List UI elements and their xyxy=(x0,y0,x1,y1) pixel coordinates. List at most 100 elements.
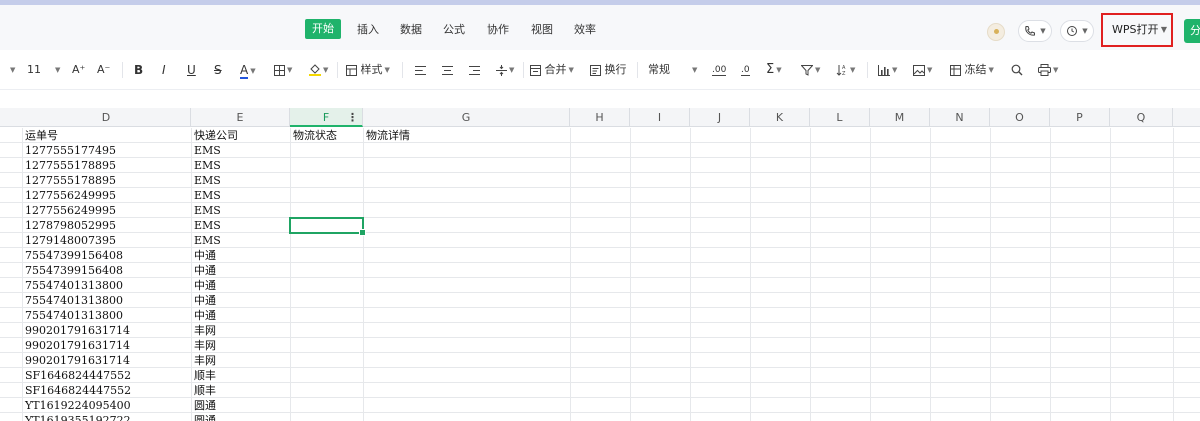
cell-header-tracking-number[interactable]: 运单号 xyxy=(23,128,58,143)
print-button[interactable]: ▼ xyxy=(1038,61,1058,79)
font-size-dropdown[interactable]: 11 xyxy=(27,61,41,79)
tab-data[interactable]: 数据 xyxy=(400,21,422,39)
tab-formula[interactable]: 公式 xyxy=(443,21,465,39)
cell-courier[interactable]: 中通 xyxy=(192,278,216,293)
tab-view[interactable]: 视图 xyxy=(531,21,553,39)
cell-header-status[interactable]: 物流状态 xyxy=(291,128,337,143)
filter-button[interactable]: ▼ xyxy=(801,61,820,79)
cell-tracking-number[interactable]: 1277556249995 xyxy=(23,203,116,218)
cell-tracking-number[interactable]: 1279148007395 xyxy=(23,233,116,248)
cell-courier[interactable]: 中通 xyxy=(192,248,216,263)
spreadsheet-grid[interactable]: D E F ⋮ G H I J K L M N O P Q 运单号 快递公司 物… xyxy=(0,108,1200,421)
user-avatar[interactable] xyxy=(987,23,1005,41)
tab-insert[interactable]: 插入 xyxy=(357,21,379,39)
column-header[interactable]: Q xyxy=(1110,108,1173,127)
cell-courier[interactable]: 中通 xyxy=(192,308,216,323)
cell-courier[interactable]: 中通 xyxy=(192,263,216,278)
column-header[interactable]: K xyxy=(750,108,810,127)
image-button[interactable]: ▼ xyxy=(913,61,932,79)
font-color-button[interactable]: A ▼ xyxy=(240,61,256,79)
column-header[interactable]: G xyxy=(363,108,570,127)
merge-button[interactable]: 合并 ▼ xyxy=(530,61,574,79)
align-right-button[interactable] xyxy=(469,61,480,79)
underline-button[interactable]: U xyxy=(187,61,196,79)
italic-button[interactable]: I xyxy=(162,61,166,79)
active-cell-selection[interactable] xyxy=(289,217,366,236)
cell-courier[interactable]: EMS xyxy=(192,173,221,188)
chart-button[interactable]: ▼ xyxy=(878,61,897,79)
align-center-button[interactable] xyxy=(442,61,453,79)
cell-tracking-number[interactable]: YT1619355192722 xyxy=(23,413,131,421)
bold-button[interactable]: B xyxy=(134,61,143,79)
cell-tracking-number[interactable]: 990201791631714 xyxy=(23,338,130,353)
column-header[interactable]: L xyxy=(810,108,870,127)
wrap-text-button[interactable]: 换行 xyxy=(590,61,627,79)
increase-decimal-button[interactable]: .00 xyxy=(712,61,727,79)
tab-efficiency[interactable]: 效率 xyxy=(574,21,596,39)
cell-tracking-number[interactable]: 1277555178895 xyxy=(23,173,116,188)
column-header[interactable]: H xyxy=(570,108,630,127)
tab-home[interactable]: 开始 xyxy=(305,19,341,39)
column-header[interactable]: M xyxy=(870,108,930,127)
cell-tracking-number[interactable]: 1277555178895 xyxy=(23,158,116,173)
cell-courier[interactable]: 丰网 xyxy=(192,353,216,368)
column-header[interactable]: J xyxy=(690,108,750,127)
grow-font-button[interactable]: A⁺ xyxy=(72,61,85,79)
font-name-dropdown[interactable]: ▼ xyxy=(8,61,15,79)
fill-color-button[interactable]: ▼ xyxy=(309,61,328,79)
align-left-button[interactable] xyxy=(415,61,426,79)
cell-tracking-number[interactable]: 75547401313800 xyxy=(23,278,123,293)
column-header[interactable]: D xyxy=(22,108,191,127)
cell-tracking-number[interactable]: 1277556249995 xyxy=(23,188,116,203)
cell-courier[interactable]: 中通 xyxy=(192,293,216,308)
vertical-align-button[interactable]: ▼ xyxy=(496,61,514,79)
cell-courier[interactable]: EMS xyxy=(192,143,221,158)
cell-tracking-number[interactable]: 75547401313800 xyxy=(23,293,123,308)
decrease-decimal-button[interactable]: .0 xyxy=(741,61,750,79)
column-header[interactable]: E xyxy=(191,108,290,127)
column-header-selected[interactable]: F ⋮ xyxy=(290,108,363,127)
cell-tracking-number[interactable]: 75547399156408 xyxy=(23,263,123,278)
freeze-button[interactable]: 冻结 ▼ xyxy=(950,61,994,79)
cell-header-details[interactable]: 物流详情 xyxy=(364,128,410,143)
column-header[interactable]: O xyxy=(990,108,1050,127)
sum-button[interactable]: Σ ▼ xyxy=(766,61,782,79)
wps-open-button[interactable]: WPS打开 ▼ xyxy=(1105,17,1169,43)
font-size-chevron[interactable]: ▼ xyxy=(53,61,60,79)
sort-button[interactable]: A Z ▼ xyxy=(836,61,855,79)
cell-style-button[interactable]: 样式 ▼ xyxy=(346,61,390,79)
strikethrough-button[interactable]: S xyxy=(214,61,222,79)
cell-tracking-number[interactable]: YT1619224095400 xyxy=(23,398,131,413)
cell-tracking-number[interactable]: 1278798052995 xyxy=(23,218,116,233)
cell-courier[interactable]: 丰网 xyxy=(192,323,216,338)
cell-courier[interactable]: 圆通 xyxy=(192,413,216,421)
find-button[interactable] xyxy=(1011,61,1023,79)
cell-tracking-number[interactable]: 990201791631714 xyxy=(23,353,130,368)
cell-courier[interactable]: EMS xyxy=(192,218,221,233)
cell-header-courier[interactable]: 快递公司 xyxy=(192,128,238,143)
cell-tracking-number[interactable]: SF1646824447552 xyxy=(23,368,131,383)
column-header[interactable]: I xyxy=(630,108,690,127)
cell-courier[interactable]: 顺丰 xyxy=(192,368,216,383)
cell-tracking-number[interactable]: SF1646824447552 xyxy=(23,383,131,398)
number-format-dropdown[interactable]: 常规 ▼ xyxy=(648,61,697,79)
history-button[interactable]: ▼ xyxy=(1060,20,1094,42)
share-button[interactable]: 分 xyxy=(1184,19,1200,43)
cell-courier[interactable]: EMS xyxy=(192,233,221,248)
column-header[interactable]: N xyxy=(930,108,990,127)
tab-collaborate[interactable]: 协作 xyxy=(487,21,509,39)
formula-bar[interactable] xyxy=(0,91,1200,108)
border-button[interactable]: ▼ xyxy=(274,61,292,79)
cell-courier[interactable]: EMS xyxy=(192,203,221,218)
cell-tracking-number[interactable]: 75547401313800 xyxy=(23,308,123,323)
column-header[interactable]: P xyxy=(1050,108,1110,127)
more-vertical-icon[interactable]: ⋮ xyxy=(347,108,358,127)
cell-tracking-number[interactable]: 75547399156408 xyxy=(23,248,123,263)
cell-courier[interactable]: EMS xyxy=(192,158,221,173)
cell-tracking-number[interactable]: 1277555177495 xyxy=(23,143,116,158)
cell-courier[interactable]: 丰网 xyxy=(192,338,216,353)
cell-courier[interactable]: 圆通 xyxy=(192,398,216,413)
contact-button[interactable]: ▼ xyxy=(1018,20,1052,42)
shrink-font-button[interactable]: A⁻ xyxy=(97,61,110,79)
cell-courier[interactable]: 顺丰 xyxy=(192,383,216,398)
